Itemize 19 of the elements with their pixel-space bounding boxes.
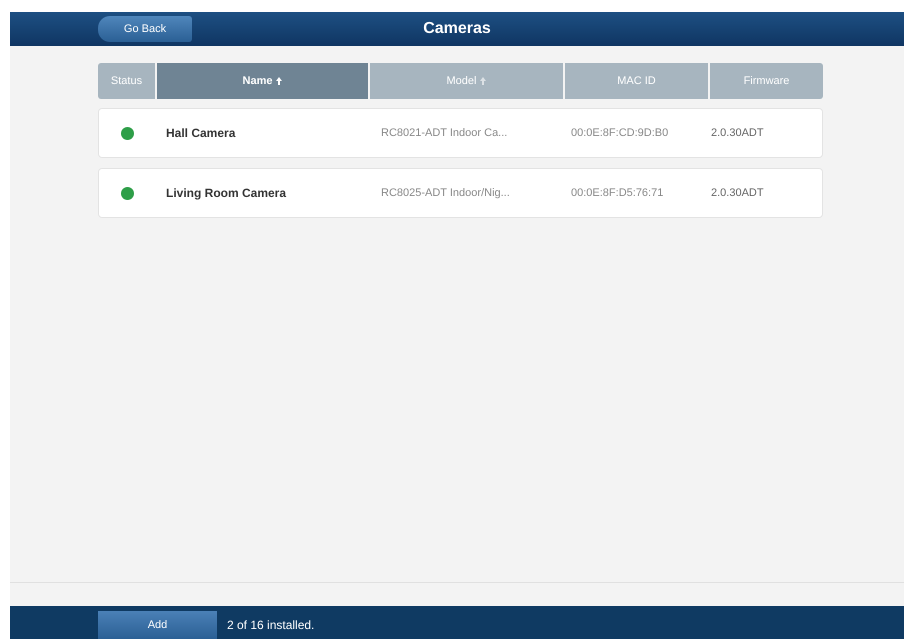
column-header[interactable]: MAC ID — [565, 63, 708, 99]
window-title: Cameras — [423, 19, 491, 39]
table-cell-text: RC8025-ADT Indoor/Nig... — [380, 186, 511, 201]
table-cell-text: 2.0.30ADT — [710, 186, 765, 201]
column-header[interactable]: Name — [157, 63, 368, 99]
install-count: 2 of 16 installed. — [227, 617, 314, 634]
table-row[interactable]: Hall Camera RC8021-ADT Indoor Ca... 00:0E:8F:CD:9D:B0 2.0.30ADT — [98, 108, 823, 158]
table-cell-text: Living Room Camera — [165, 185, 288, 202]
column-header[interactable]: Status — [98, 63, 155, 99]
table-cell-text: 2.0.30ADT — [710, 126, 765, 141]
table-cell-text: Hall Camera — [165, 125, 236, 142]
table-cell-text: RC8021-ADT Indoor Ca... — [380, 126, 508, 141]
column-header[interactable]: Firmware — [710, 63, 823, 99]
column-header[interactable]: Model — [370, 63, 563, 99]
table-cell-text: 00:0E:8F:D5:76:71 — [570, 186, 664, 201]
add-button[interactable]: Add — [98, 611, 217, 639]
table-row[interactable]: Living Room Camera RC8025-ADT Indoor/Nig... 00:0E:8F:D5:76:71 2.0.30ADT — [98, 168, 823, 218]
back-button[interactable]: Go Back — [98, 16, 192, 42]
table-cell-text: 00:0E:8F:CD:9D:B0 — [570, 126, 670, 141]
